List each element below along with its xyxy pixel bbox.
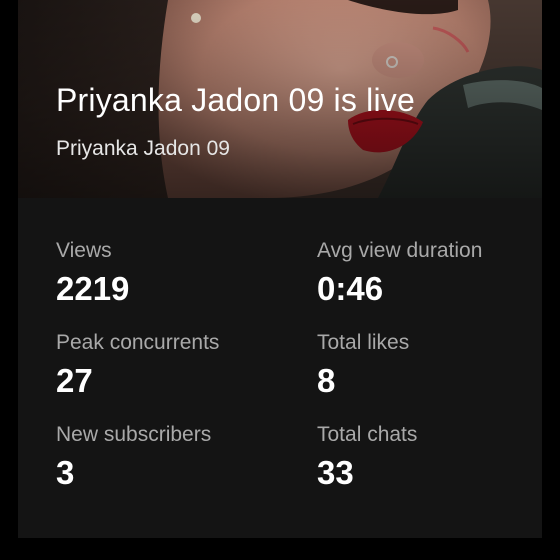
stat-new-subscribers: New subscribers 3 — [56, 420, 317, 512]
stat-label: Avg view duration — [317, 239, 483, 262]
stat-peak-concurrents: Peak concurrents 27 — [56, 328, 317, 420]
stat-value: 33 — [317, 454, 354, 491]
stat-label: New subscribers — [56, 423, 212, 446]
live-stream-summary-card: Priyanka Jadon 09 is live Priyanka Jadon… — [18, 0, 542, 538]
stat-value: 3 — [56, 454, 75, 491]
stat-label: Peak concurrents — [56, 331, 220, 354]
stat-label: Total chats — [317, 423, 418, 446]
stat-total-likes: Total likes 8 — [317, 328, 526, 420]
stat-value: 0:46 — [317, 270, 384, 307]
stat-value: 8 — [317, 362, 336, 399]
stat-label: Total likes — [317, 331, 410, 354]
stat-avg-view-duration: Avg view duration 0:46 — [317, 236, 526, 328]
stream-thumbnail[interactable]: Priyanka Jadon 09 is live Priyanka Jadon… — [18, 0, 542, 198]
stat-label: Views — [56, 239, 112, 262]
screen: Priyanka Jadon 09 is live Priyanka Jadon… — [0, 0, 560, 560]
channel-name: Priyanka Jadon 09 — [56, 137, 230, 160]
stat-views: Views 2219 — [56, 236, 317, 328]
stat-value: 27 — [56, 362, 93, 399]
stream-title: Priyanka Jadon 09 is live — [56, 82, 415, 118]
stat-total-chats: Total chats 33 — [317, 420, 526, 512]
stats-grid: Views 2219 Avg view duration 0:46 Peak c… — [56, 236, 526, 512]
stat-value: 2219 — [56, 270, 130, 307]
